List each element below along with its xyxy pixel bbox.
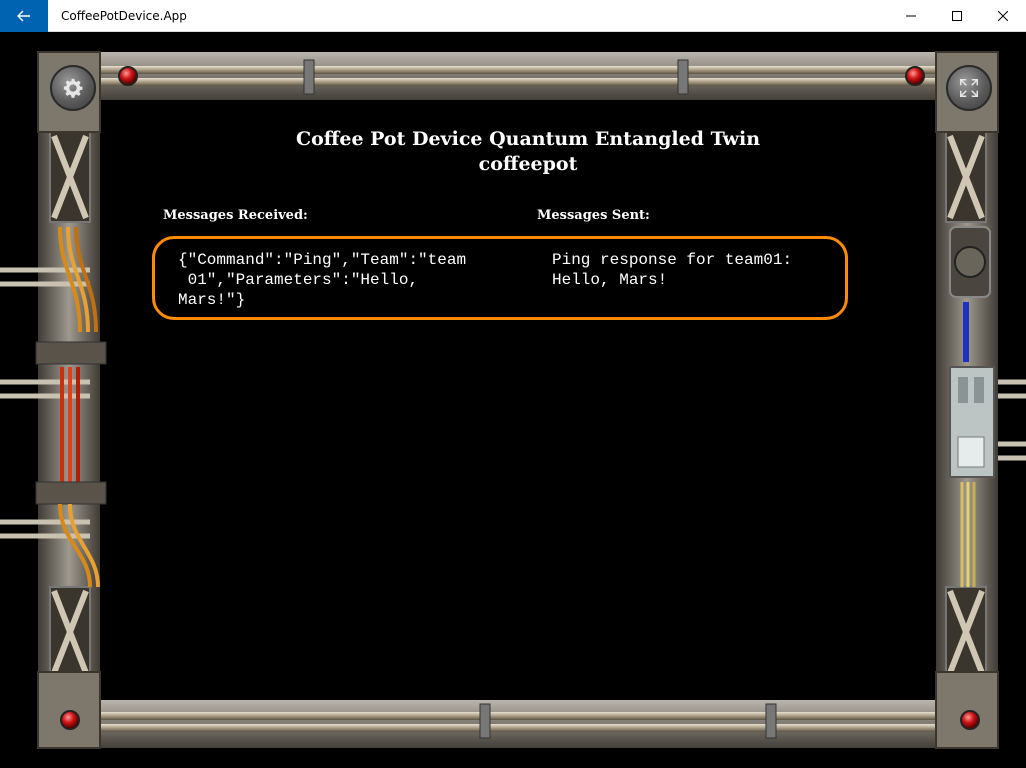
gear-icon — [63, 78, 83, 98]
messages-sent-label: Messages Sent: — [537, 208, 650, 223]
settings-button[interactable] — [50, 65, 96, 111]
close-button[interactable] — [980, 0, 1026, 32]
back-arrow-icon — [17, 10, 30, 22]
received-message: {"Command":"Ping","Team":"team 01","Para… — [178, 251, 467, 309]
minimize-button[interactable] — [888, 0, 934, 32]
app-content: Coffee Pot Device Quantum Entangled Twin… — [0, 32, 1026, 768]
title-bar: CoffeePotDevice.App — [0, 0, 1026, 32]
maximize-icon — [952, 11, 962, 21]
minimize-icon — [906, 15, 916, 17]
fullscreen-icon — [960, 79, 978, 97]
window-title: CoffeePotDevice.App — [61, 9, 187, 23]
fullscreen-button[interactable] — [946, 65, 992, 111]
page-title: Coffee Pot Device Quantum Entangled Twin… — [180, 127, 876, 177]
sent-message: Ping response for team01: Hello, Mars! — [552, 251, 793, 289]
page-title-line1: Coffee Pot Device Quantum Entangled Twin — [295, 128, 761, 150]
close-icon — [998, 11, 1008, 21]
messages-received-label: Messages Received: — [163, 208, 308, 223]
back-button[interactable] — [0, 0, 48, 32]
page-title-line2: coffeepot — [478, 153, 578, 175]
maximize-button[interactable] — [934, 0, 980, 32]
